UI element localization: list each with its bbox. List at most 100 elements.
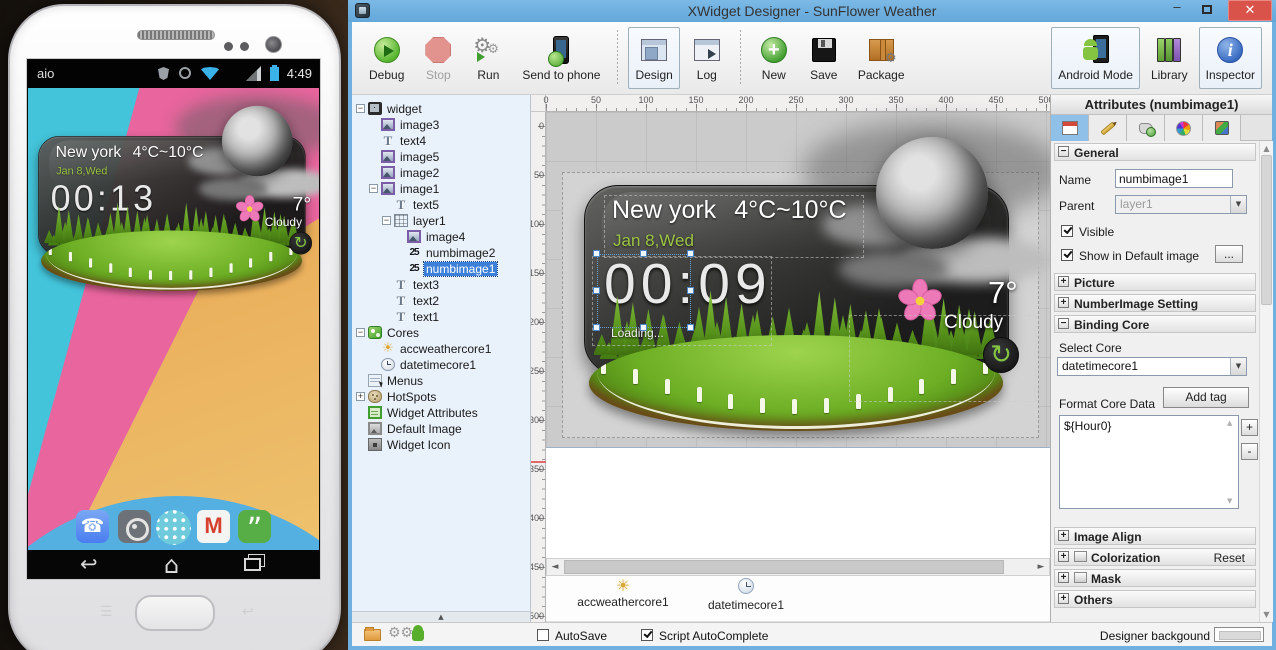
scroll-up-icon[interactable]: ▲ xyxy=(1227,419,1232,427)
tree-item-numbimage1[interactable]: 25numbimage1 xyxy=(352,260,530,276)
section-binding-core[interactable]: −Binding Core xyxy=(1054,315,1256,333)
tree-item-image1[interactable]: −image1 xyxy=(352,180,530,196)
autosave-checkbox[interactable] xyxy=(537,629,549,641)
hangouts-icon[interactable]: ” xyxy=(238,510,271,543)
tree-item-widget-attributes[interactable]: Widget Attributes xyxy=(352,404,530,420)
tree-item-datetimecore1[interactable]: datetimecore1 xyxy=(352,356,530,372)
capacitive-menu-button[interactable]: ☰ xyxy=(100,604,113,620)
scroll-down-icon[interactable]: ▼ xyxy=(1227,497,1232,505)
reset-button[interactable]: Reset xyxy=(1214,550,1245,566)
toolbar-design-button[interactable]: Design xyxy=(628,27,679,89)
toolbar-run-button[interactable]: Run xyxy=(465,27,511,89)
add-line-button[interactable]: + xyxy=(1241,419,1258,436)
section-colorization[interactable]: +Colorization Reset xyxy=(1054,548,1256,566)
recents-icon[interactable] xyxy=(244,558,261,571)
gears-icon[interactable]: ⚙⚙ xyxy=(388,625,413,641)
back-icon[interactable]: ↩ xyxy=(80,552,98,576)
scroll-left-icon[interactable]: ◄ xyxy=(547,559,563,575)
core-accweathercore1[interactable]: ☀accweathercore1 xyxy=(568,578,678,609)
scroll-up-icon[interactable]: ▲ xyxy=(1260,144,1273,153)
gmail-icon[interactable]: M xyxy=(197,510,230,543)
canvas-horizontal-scrollbar[interactable]: ◄ ► xyxy=(546,558,1050,576)
scroll-down-icon[interactable]: ▼ xyxy=(1260,610,1273,619)
selection-handle[interactable] xyxy=(687,287,694,294)
tree-item-image2[interactable]: image2 xyxy=(352,164,530,180)
selection-handle[interactable] xyxy=(687,324,694,331)
section-image-align[interactable]: +Image Align xyxy=(1054,527,1256,545)
tree-item-menus[interactable]: Menus xyxy=(352,372,530,388)
tree-item-image3[interactable]: image3 xyxy=(352,116,530,132)
remove-line-button[interactable]: - xyxy=(1241,443,1258,460)
browse-button[interactable]: ... xyxy=(1215,245,1243,263)
physical-home-button[interactable] xyxy=(135,595,215,631)
add-tag-button[interactable]: Add tag xyxy=(1163,387,1249,408)
refresh-icon[interactable]: ↻ xyxy=(289,232,312,255)
tab-shape[interactable] xyxy=(1127,115,1165,141)
tree-item-hotspots[interactable]: +HotSpots xyxy=(352,388,530,404)
tree-item-widget[interactable]: −widget xyxy=(352,100,530,116)
maximize-button[interactable] xyxy=(1194,0,1220,21)
tree-item-text2[interactable]: Ttext2 xyxy=(352,292,530,308)
camera-icon[interactable] xyxy=(118,510,151,543)
tree-scroll-strip[interactable]: ▲ xyxy=(352,611,530,622)
tree-item-cores[interactable]: −Cores xyxy=(352,324,530,340)
tree-minus-toggle-icon[interactable]: − xyxy=(369,184,378,193)
android-icon[interactable] xyxy=(412,630,424,641)
selection-handle[interactable] xyxy=(593,324,600,331)
section-picture[interactable]: +Picture xyxy=(1054,273,1256,291)
tree-item-text1[interactable]: Ttext1 xyxy=(352,308,530,324)
toolbar-save-button[interactable]: Save xyxy=(801,27,847,89)
app-drawer-icon[interactable] xyxy=(156,510,191,545)
collapse-icon[interactable]: − xyxy=(1058,318,1069,329)
tree-minus-toggle-icon[interactable]: − xyxy=(382,216,391,225)
dialer-icon[interactable]: ☎ xyxy=(76,510,109,543)
tree-minus-toggle-icon[interactable]: − xyxy=(356,328,365,337)
tree-item-layer1[interactable]: −layer1 xyxy=(352,212,530,228)
toolbar-library-button[interactable]: Library xyxy=(1144,27,1195,89)
name-input[interactable] xyxy=(1115,169,1233,188)
tree-plus-toggle-icon[interactable]: + xyxy=(356,392,365,401)
tree-item-accweathercore1[interactable]: ☀accweathercore1 xyxy=(352,340,530,356)
tree-item-text4[interactable]: Ttext4 xyxy=(352,132,530,148)
tree-item-text3[interactable]: Ttext3 xyxy=(352,276,530,292)
selection-handle[interactable] xyxy=(593,250,600,257)
tree-item-image5[interactable]: image5 xyxy=(352,148,530,164)
home-icon[interactable]: ⌂ xyxy=(164,551,179,579)
tree-item-image4[interactable]: image4 xyxy=(352,228,530,244)
show-default-checkbox[interactable] xyxy=(1061,249,1073,261)
visible-checkbox[interactable] xyxy=(1061,225,1073,237)
toolbar-inspector-button[interactable]: iInspector xyxy=(1199,27,1262,89)
select-core-dropdown[interactable]: datetimecore1 ▼ xyxy=(1057,357,1247,376)
minimize-button[interactable]: – xyxy=(1164,0,1190,21)
expand-icon[interactable]: + xyxy=(1058,276,1069,287)
designer-background-swatch[interactable] xyxy=(1214,627,1264,642)
design-surface[interactable]: New york4°C~10°CJan 8,Wed00:097°Cloudy↻L… xyxy=(546,112,1050,447)
current-temp-text[interactable]: 7° xyxy=(988,275,1018,311)
tree-item-numbimage2[interactable]: 25numbimage2 xyxy=(352,244,530,260)
weather-widget[interactable]: New york4°C~10°CJan 8,Wed00:097°Cloudy↻L… xyxy=(584,185,1009,430)
tree-minus-toggle-icon[interactable]: − xyxy=(356,104,365,113)
tab-general[interactable] xyxy=(1051,115,1089,141)
folder-icon[interactable] xyxy=(364,629,381,641)
section-mask[interactable]: +Mask xyxy=(1054,569,1256,587)
section-general[interactable]: −General xyxy=(1054,143,1256,161)
expand-icon[interactable]: + xyxy=(1058,593,1069,604)
expand-icon[interactable]: + xyxy=(1058,551,1069,562)
collapse-icon[interactable]: − xyxy=(1058,146,1069,157)
section-numberimage[interactable]: +NumberImage Setting xyxy=(1054,294,1256,312)
scrollbar-thumb[interactable] xyxy=(1261,155,1272,305)
selection-handle[interactable] xyxy=(593,287,600,294)
attributes-scrollbar[interactable]: ▲ ▼ xyxy=(1259,141,1273,622)
expand-icon[interactable]: + xyxy=(1058,572,1069,583)
expand-icon[interactable]: + xyxy=(1058,530,1069,541)
expand-icon[interactable]: + xyxy=(1058,297,1069,308)
script-autocomplete-checkbox[interactable] xyxy=(641,629,653,641)
toolbar-stop-button[interactable]: Stop xyxy=(415,27,461,89)
tree-item-widget-icon[interactable]: Widget Icon xyxy=(352,436,530,452)
tree-item-text5[interactable]: Ttext5 xyxy=(352,196,530,212)
capacitive-back-button[interactable]: ↩ xyxy=(242,604,254,620)
tab-color[interactable] xyxy=(1165,115,1203,141)
selection-handle[interactable] xyxy=(687,250,694,257)
scroll-right-icon[interactable]: ► xyxy=(1033,559,1049,575)
toolbar-send-to-phone-button[interactable]: Send to phone xyxy=(515,27,607,89)
